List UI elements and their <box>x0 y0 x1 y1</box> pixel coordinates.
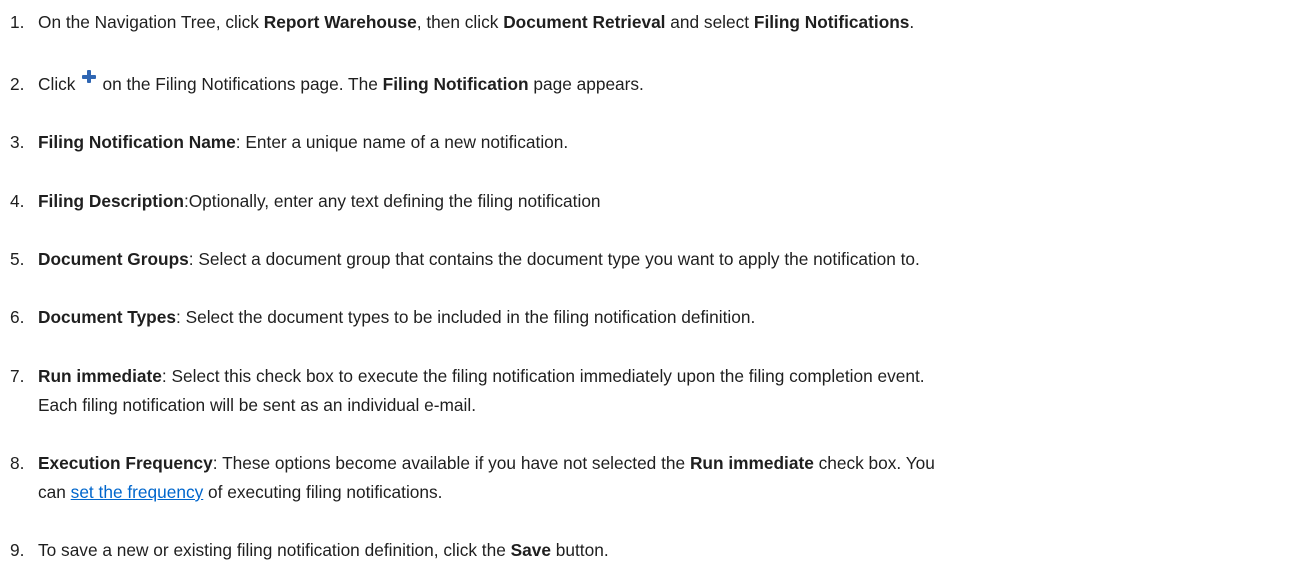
field-name-document-groups: Document Groups <box>38 249 189 269</box>
step-text: On the Navigation Tree, click <box>38 12 264 32</box>
step-text: page appears. <box>528 74 644 94</box>
step-text: . <box>909 12 915 32</box>
step-text: on the Filing Notifications page. The <box>102 74 383 94</box>
step-number: 6. <box>10 307 25 327</box>
step-number: 7. <box>10 366 25 386</box>
step-text: can <box>38 482 71 502</box>
step-number: 5. <box>10 249 25 269</box>
step-text: , then click <box>416 12 504 32</box>
field-name-run-immediate: Run immediate <box>38 366 162 386</box>
step-8: 8. Execution Frequency: These options bec… <box>10 449 1295 507</box>
ui-term-filing-notifications: Filing Notifications <box>753 12 910 32</box>
step-number: 2. <box>10 74 25 94</box>
ui-term-filing-notification: Filing Notification <box>382 74 529 94</box>
ui-term-save: Save <box>510 540 551 560</box>
step-number: 9. <box>10 540 25 560</box>
step-text: : These options become available if you … <box>212 453 690 473</box>
field-name-execution-frequency: Execution Frequency <box>38 453 213 473</box>
step-1: 1. On the Navigation Tree, click Report W… <box>10 8 1295 37</box>
step-2: 2. Click on the Filing Notifications page.… <box>10 70 1295 99</box>
step-text: Click <box>38 74 76 94</box>
step-6: 6. Document Types: Select the document ty… <box>10 303 1295 332</box>
step-4: 4. Filing Description:Optionally, enter a… <box>10 187 1295 216</box>
instruction-steps: 1. On the Navigation Tree, click Report W… <box>0 0 1305 588</box>
field-name-filing-description: Filing Description <box>38 191 184 211</box>
step-text: of executing filing notifications. <box>203 482 443 502</box>
ui-term-report-warehouse: Report Warehouse <box>263 12 417 32</box>
field-name-filing-notification-name: Filing Notification Name <box>38 132 236 152</box>
step-text: To save a new or existing filing notific… <box>38 540 511 560</box>
step-5: 5. Document Groups: Select a document gro… <box>10 245 1295 274</box>
field-name-document-types: Document Types <box>38 307 176 327</box>
add-icon[interactable] <box>80 68 98 86</box>
step-text: : Select this check box to execute the f… <box>161 366 925 386</box>
step-text: :Optionally, enter any text defining the… <box>183 191 601 211</box>
set-frequency-link[interactable]: set the frequency <box>71 482 204 502</box>
ui-term-run-immediate: Run immediate <box>689 453 814 473</box>
step-9: 9. To save a new or existing filing notif… <box>10 536 1295 565</box>
step-text: and select <box>665 12 754 32</box>
step-3: 3. Filing Notification Name: Enter a uniq… <box>10 128 1295 157</box>
step-text: : Select the document types to be includ… <box>175 307 756 327</box>
step-text: button. <box>550 540 609 560</box>
step-text-continued: Each filing notification will be sent as… <box>38 395 477 415</box>
ui-term-document-retrieval: Document Retrieval <box>503 12 666 32</box>
step-number: 3. <box>10 132 25 152</box>
step-7: 7. Run immediate: Select this check box t… <box>10 362 1295 420</box>
step-number: 4. <box>10 191 25 211</box>
step-text: check box. You <box>813 453 935 473</box>
step-text: : Select a document group that contains … <box>188 249 920 269</box>
step-number: 8. <box>10 453 25 473</box>
step-number: 1. <box>10 12 25 32</box>
step-text: : Enter a unique name of a new notificat… <box>235 132 569 152</box>
step-text-continued: can set the frequency of executing filin… <box>10 478 1295 507</box>
